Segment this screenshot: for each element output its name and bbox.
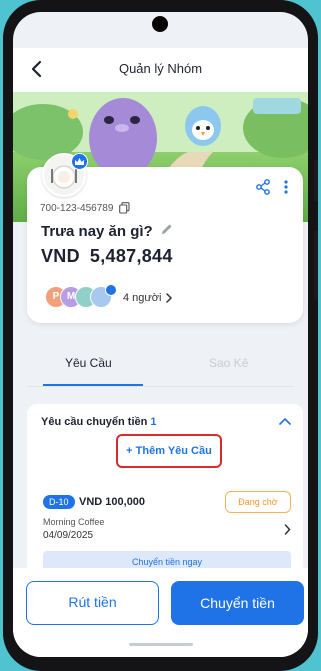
request-detail-chevron-icon[interactable] [284,524,291,535]
tab-requests[interactable]: Yêu Cầu [65,356,112,370]
tab-statements[interactable]: Sao Kê [209,356,248,370]
owner-badge-icon [105,284,117,296]
request-amount: VND 100,000 [79,496,146,508]
member-count[interactable]: 4 người [123,292,161,304]
volume-button [314,160,318,202]
requests-heading: Yêu cầu chuyển tiền 1 [41,416,157,428]
request-date: 04/09/2025 [43,530,94,541]
edit-pencil-icon[interactable] [161,223,173,235]
chevron-up-icon[interactable] [279,417,291,425]
chevron-right-icon[interactable] [165,293,173,303]
copy-icon[interactable] [119,202,130,214]
request-due-tag: D-10 [43,495,75,509]
home-indicator[interactable] [129,643,193,646]
phone-frame: Quản lý Nhóm 700-123-456789 Trưa nay ăn … [3,0,318,671]
transfer-requests-card: Yêu cầu chuyển tiền 1 + Thêm Yêu Cầu D-10… [27,404,303,574]
group-name: Trưa nay ăn gì? [41,223,153,240]
share-icon[interactable] [255,179,271,195]
request-status-badge: Đang chờ [225,491,291,513]
withdraw-button[interactable]: Rút tiền [26,581,159,625]
request-description: Morning Coffee [43,517,105,527]
screen: Quản lý Nhóm 700-123-456789 Trưa nay ăn … [13,12,308,657]
tab-bar: Yêu Cầu Sao Kê [13,342,308,387]
active-tab-indicator [43,384,143,386]
requests-count: 1 [150,416,157,428]
nav-bar: Quản lý Nhóm [13,48,308,92]
page-title: Quản lý Nhóm [118,61,203,76]
requests-heading-label: Yêu cầu chuyển tiền [41,416,148,428]
group-balance: VND 5,487,844 [41,246,173,267]
more-options-icon[interactable] [283,179,289,195]
crown-badge-icon [71,153,88,170]
tab-divider [27,386,294,387]
group-info-card: 700-123-456789 Trưa nay ăn gì? VND 5,487,… [27,153,303,323]
add-request-button[interactable]: + Thêm Yêu Cầu [116,434,222,468]
power-button [314,230,318,300]
group-avatar[interactable] [42,153,88,197]
balance-currency: VND [41,246,80,266]
transfer-button[interactable]: Chuyển tiền [171,581,304,625]
front-camera [152,16,168,32]
account-number: 700-123-456789 [40,203,114,214]
balance-amount: 5,487,844 [89,246,173,266]
